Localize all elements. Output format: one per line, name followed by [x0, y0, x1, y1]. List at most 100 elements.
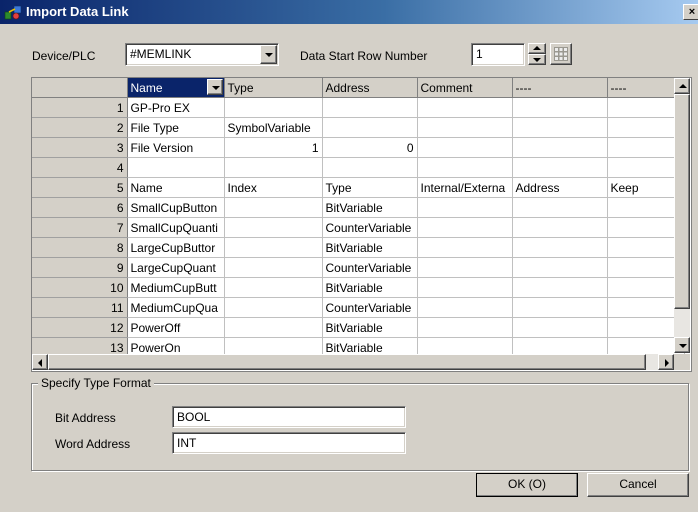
table-cell[interactable]: [607, 257, 685, 278]
table-row[interactable]: 11 MediumCupQua CounterVariable: [32, 297, 685, 318]
table-cell[interactable]: [512, 257, 608, 278]
table-cell[interactable]: BitVariable: [322, 317, 418, 338]
table-cell[interactable]: [607, 317, 685, 338]
row-header[interactable]: 12: [32, 317, 128, 338]
start-row-input[interactable]: 1: [471, 43, 525, 66]
table-cell[interactable]: GP-Pro EX: [127, 97, 225, 118]
start-row-spin-up[interactable]: [528, 43, 546, 54]
table-cell[interactable]: LargeCupButtor: [127, 237, 225, 258]
title-bar[interactable]: Import Data Link ×: [0, 0, 698, 24]
table-row[interactable]: 5 Name Index Type Internal/Externa Address Kee…: [32, 177, 685, 198]
column-header-address[interactable]: Address: [322, 78, 418, 98]
table-cell[interactable]: File Version: [127, 137, 225, 158]
table-cell[interactable]: SymbolVariable: [224, 117, 323, 138]
table-cell[interactable]: [224, 277, 323, 298]
scroll-left-button[interactable]: [32, 354, 48, 370]
cancel-button[interactable]: Cancel: [587, 473, 689, 497]
table-cell[interactable]: [224, 297, 323, 318]
table-cell[interactable]: [224, 317, 323, 338]
table-cell[interactable]: [417, 197, 513, 218]
bit-address-input[interactable]: BOOL: [172, 406, 406, 428]
table-cell[interactable]: Type: [322, 177, 418, 198]
column-header-blank-2[interactable]: ----: [607, 78, 685, 98]
table-cell[interactable]: SmallCupButton: [127, 197, 225, 218]
table-cell[interactable]: [417, 257, 513, 278]
table-cell[interactable]: [607, 137, 685, 158]
table-row[interactable]: 1 GP-Pro EX: [32, 97, 685, 118]
table-cell[interactable]: SmallCupQuanti: [127, 217, 225, 238]
table-cell[interactable]: LargeCupQuant: [127, 257, 225, 278]
column-header-blank-1[interactable]: ----: [512, 78, 608, 98]
table-row[interactable]: 10 MediumCupButt BitVariable: [32, 277, 685, 298]
row-header[interactable]: 7: [32, 217, 128, 238]
keypad-button[interactable]: [550, 43, 572, 65]
table-cell[interactable]: CounterVariable: [322, 257, 418, 278]
table-cell[interactable]: [512, 117, 608, 138]
table-cell[interactable]: [417, 317, 513, 338]
table-cell[interactable]: CounterVariable: [322, 217, 418, 238]
row-header[interactable]: 4: [32, 157, 128, 178]
table-cell[interactable]: PowerOff: [127, 317, 225, 338]
table-cell[interactable]: Address: [512, 177, 608, 198]
table-cell[interactable]: [607, 157, 685, 178]
table-cell[interactable]: [322, 157, 418, 178]
table-cell[interactable]: [417, 277, 513, 298]
row-header[interactable]: 8: [32, 237, 128, 258]
table-row[interactable]: 8 LargeCupButtor BitVariable: [32, 237, 685, 258]
row-header[interactable]: 5: [32, 177, 128, 198]
table-cell[interactable]: MediumCupButt: [127, 277, 225, 298]
data-grid[interactable]: Name Type Address Comment ---- ---- 1 GP-…: [31, 77, 692, 372]
table-cell[interactable]: [607, 117, 685, 138]
device-plc-select[interactable]: #MEMLINK: [125, 43, 279, 66]
scroll-right-button[interactable]: [658, 354, 674, 370]
table-cell[interactable]: [417, 157, 513, 178]
table-row[interactable]: 7 SmallCupQuanti CounterVariable: [32, 217, 685, 238]
table-cell[interactable]: [512, 237, 608, 258]
table-cell[interactable]: [417, 237, 513, 258]
row-header[interactable]: 6: [32, 197, 128, 218]
table-row[interactable]: 3 File Version 1 0: [32, 137, 685, 158]
row-header[interactable]: 3: [32, 137, 128, 158]
table-cell[interactable]: BitVariable: [322, 197, 418, 218]
table-row[interactable]: 4: [32, 157, 685, 178]
table-cell[interactable]: 1: [224, 137, 323, 158]
table-cell[interactable]: Index: [224, 177, 323, 198]
table-row[interactable]: 6 SmallCupButton BitVariable: [32, 197, 685, 218]
table-cell[interactable]: [512, 197, 608, 218]
table-cell[interactable]: [417, 217, 513, 238]
scroll-down-button[interactable]: [674, 337, 690, 353]
column-dropdown-button[interactable]: [206, 79, 223, 95]
table-cell[interactable]: [607, 97, 685, 118]
table-row[interactable]: 2 File Type SymbolVariable: [32, 117, 685, 138]
table-cell[interactable]: [512, 157, 608, 178]
ok-button[interactable]: OK (O): [476, 473, 578, 497]
table-cell[interactable]: [607, 237, 685, 258]
vertical-scroll-thumb[interactable]: [674, 94, 690, 309]
horizontal-scrollbar[interactable]: [32, 354, 674, 370]
device-plc-dropdown-button[interactable]: [260, 45, 277, 64]
table-cell[interactable]: [224, 197, 323, 218]
table-cell[interactable]: [512, 97, 608, 118]
table-cell[interactable]: [322, 97, 418, 118]
table-cell[interactable]: [127, 157, 225, 178]
table-cell[interactable]: 0: [322, 137, 418, 158]
row-header[interactable]: 1: [32, 97, 128, 118]
table-cell[interactable]: [224, 157, 323, 178]
table-cell[interactable]: [417, 117, 513, 138]
scroll-up-button[interactable]: [674, 78, 690, 94]
table-cell[interactable]: [607, 197, 685, 218]
table-cell[interactable]: [224, 237, 323, 258]
table-row[interactable]: 12 PowerOff BitVariable: [32, 317, 685, 338]
table-cell[interactable]: BitVariable: [322, 237, 418, 258]
table-cell[interactable]: Keep: [607, 177, 685, 198]
table-cell[interactable]: [224, 217, 323, 238]
table-cell[interactable]: [512, 317, 608, 338]
horizontal-scroll-thumb[interactable]: [48, 354, 646, 370]
table-cell[interactable]: [512, 297, 608, 318]
table-cell[interactable]: [512, 137, 608, 158]
start-row-spin-down[interactable]: [528, 54, 546, 65]
table-cell[interactable]: [322, 117, 418, 138]
column-header-type[interactable]: Type: [224, 78, 323, 98]
table-row[interactable]: 9 LargeCupQuant CounterVariable: [32, 257, 685, 278]
word-address-input[interactable]: INT: [172, 432, 406, 454]
